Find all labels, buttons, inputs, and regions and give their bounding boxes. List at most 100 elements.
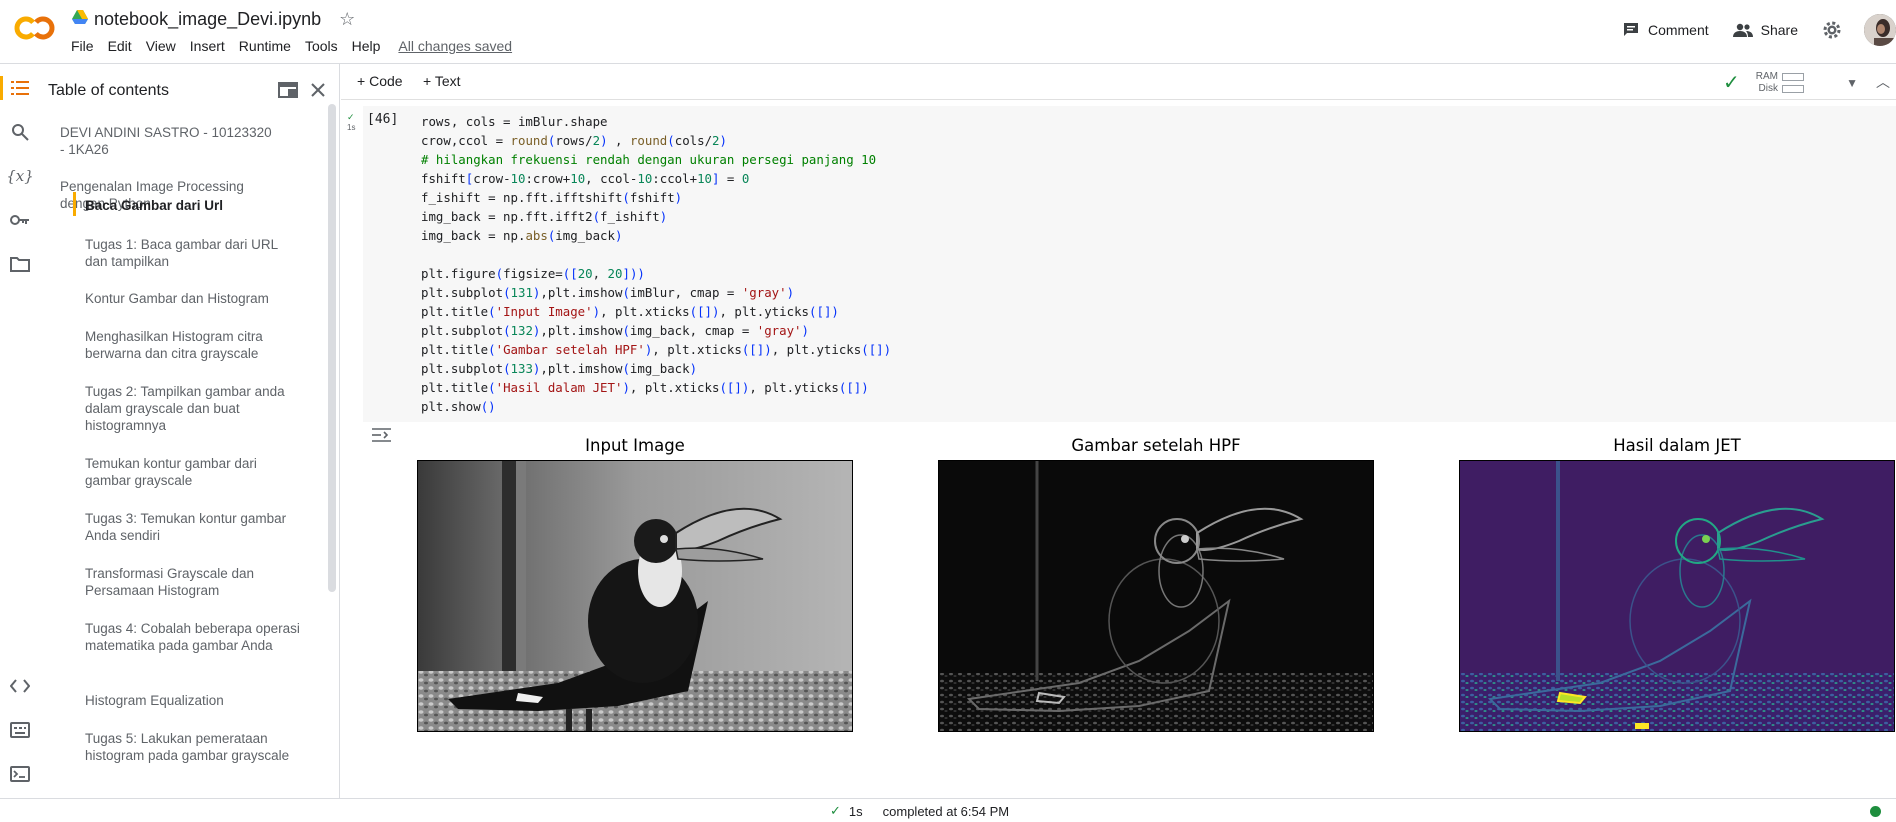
code-text[interactable]: rows, cols = imBlur.shape crow,ccol = rou… [421, 112, 891, 416]
left-rail: {x} [0, 64, 40, 798]
toc-panel: Table of contents DEVI ANDINI SASTRO - 1… [40, 64, 340, 798]
code-line[interactable]: # hilangkan frekuensi rendah dengan ukur… [421, 150, 891, 169]
settings-button[interactable] [1822, 20, 1850, 40]
code-line[interactable]: plt.subplot(131),plt.imshow(imBlur, cmap… [421, 283, 891, 302]
key-icon[interactable] [8, 208, 32, 232]
toc-item[interactable]: DEVI ANDINI SASTRO - 10123320 - 1KA26 [48, 124, 288, 158]
run-duration: 1s [848, 803, 863, 819]
output-options-icon[interactable] [371, 426, 393, 448]
disk-label: Disk [1758, 82, 1778, 94]
menu-file[interactable]: File [71, 38, 94, 54]
code-line[interactable]: plt.title('Input Image'), plt.xticks([])… [421, 302, 891, 321]
connected-check-icon: ✓ [1723, 72, 1740, 94]
cell-toolbar: + Code + Text ✓ RAM Disk ▼ ︿ [341, 64, 1896, 100]
colab-logo[interactable] [14, 14, 56, 42]
menu-insert[interactable]: Insert [190, 38, 225, 54]
toc-item[interactable]: Histogram Equalization [73, 692, 313, 709]
toc-item[interactable]: Tugas 4: Cobalah beberapa operasi matema… [73, 620, 313, 654]
code-line[interactable]: plt.figure(figsize=([20, 20])) [421, 264, 891, 283]
open-in-tab-icon[interactable] [276, 78, 300, 102]
status-bar: ✓ 1s completed at 6:54 PM [0, 798, 1896, 822]
share-label: Share [1760, 22, 1798, 38]
toc-item[interactable]: Transformasi Grayscale dan Persamaan His… [73, 565, 313, 599]
people-icon [1732, 23, 1753, 37]
share-button[interactable]: Share [1732, 22, 1798, 38]
code-line[interactable]: plt.show() [421, 397, 891, 416]
comment-icon [1623, 23, 1638, 36]
check-icon: ✓ [830, 803, 841, 818]
close-icon[interactable] [306, 78, 330, 102]
avatar[interactable] [1864, 14, 1896, 46]
code-line[interactable]: img_back = np.abs(img_back) [421, 226, 891, 245]
code-line[interactable]: plt.title('Gambar setelah HPF'), plt.xti… [421, 340, 891, 359]
code-line[interactable]: plt.subplot(132),plt.imshow(img_back, cm… [421, 321, 891, 340]
toc-item[interactable]: Menghasilkan Histogram citra berwarna da… [73, 328, 313, 362]
code-line[interactable]: plt.title('Hasil dalam JET'), plt.xticks… [421, 378, 891, 397]
chevron-up-icon[interactable]: ︿ [1876, 72, 1890, 92]
code-line[interactable]: f_ishift = np.fft.ifftshift(fshift) [421, 188, 891, 207]
toc-item[interactable]: Tugas 3: Temukan kontur gambar Anda send… [73, 510, 313, 544]
execution-count: [46] [367, 112, 399, 127]
completed-at: completed at 6:54 PM [882, 803, 1010, 819]
code-editor[interactable]: rows, cols = imBlur.shape crow,ccol = rou… [363, 106, 1896, 422]
menu-edit[interactable]: Edit [108, 38, 132, 54]
add-code-button[interactable]: + Code [357, 73, 403, 89]
menu-tools[interactable]: Tools [305, 38, 338, 54]
toc-icon[interactable] [8, 76, 32, 100]
toc-item[interactable]: Kontur Gambar dan Histogram [73, 290, 313, 307]
menu-view[interactable]: View [146, 38, 176, 54]
variables-icon[interactable]: {x} [6, 164, 34, 188]
gear-icon [1823, 21, 1841, 39]
toc-item[interactable]: Tugas 5: Lakukan pemerataan histogram pa… [73, 730, 313, 764]
star-icon[interactable]: ☆ [339, 9, 355, 30]
add-code-label: Code [369, 73, 403, 89]
toc-title: Table of contents [48, 82, 169, 99]
toucan-grayscale-image [417, 460, 853, 732]
toc-item-active[interactable]: Baca Gambar dari Url [73, 197, 313, 214]
ram-bar [1782, 72, 1804, 81]
add-text-label: Text [434, 73, 461, 89]
run-status-summary[interactable]: ✓ 1s completed at 6:54 PM [830, 803, 1009, 819]
add-text-button[interactable]: + Text [423, 73, 461, 89]
run-status[interactable]: ✓ 1s [347, 112, 361, 132]
code-line[interactable]: fshift[crow-10:crow+10, ccol-10:ccol+10]… [421, 169, 891, 188]
toucan-hpf-image [938, 460, 1374, 732]
toc-item[interactable]: Tugas 1: Baca gambar dari URL dan tampil… [73, 236, 313, 270]
top-bar: notebook_image_Devi.ipynb ☆ File Edit Vi… [0, 0, 1896, 64]
code-line[interactable]: plt.subplot(133),plt.imshow(img_back) [421, 359, 891, 378]
notebook-area: + Code + Text ✓ RAM Disk ▼ ︿ rows, cols … [341, 64, 1896, 798]
code-line[interactable]: img_back = np.fft.ifft2(f_ishift) [421, 207, 891, 226]
check-icon: ✓ [347, 112, 355, 122]
menu-runtime[interactable]: Runtime [239, 38, 291, 54]
toc-item[interactable]: Tugas 2: Tampilkan gambar anda dalam gra… [73, 383, 313, 434]
save-status[interactable]: All changes saved [398, 38, 512, 54]
comment-button[interactable]: Comment [1622, 21, 1709, 39]
comment-label: Comment [1647, 22, 1709, 38]
code-cell[interactable]: rows, cols = imBlur.shape crow,ccol = rou… [341, 102, 1896, 422]
code-line[interactable]: crow,ccol = round(rows/2) , round(cols/2… [421, 131, 891, 150]
code-line[interactable]: rows, cols = imBlur.shape [421, 112, 891, 131]
exec-time: 1s [347, 123, 356, 132]
plot-title: Input Image [585, 436, 685, 455]
connection-status-dot[interactable] [1870, 806, 1881, 817]
toc-item[interactable]: Temukan kontur gambar dari gambar graysc… [73, 455, 313, 489]
toucan-jet-image [1459, 460, 1895, 732]
ram-label: RAM [1755, 70, 1778, 82]
search-icon[interactable] [8, 120, 32, 144]
terminal-icon[interactable] [8, 762, 32, 786]
menu-bar: File Edit View Insert Runtime Tools Help… [71, 38, 526, 54]
folder-icon[interactable] [8, 252, 32, 276]
plot-title: Gambar setelah HPF [1071, 436, 1241, 455]
toc-scrollbar[interactable] [328, 104, 336, 592]
code-snippets-icon[interactable] [8, 674, 32, 698]
rail-active-indicator [0, 76, 3, 100]
drive-icon[interactable] [72, 10, 88, 29]
notebook-title[interactable]: notebook_image_Devi.ipynb [94, 9, 321, 30]
plot-title: Hasil dalam JET [1613, 436, 1741, 455]
command-palette-icon[interactable] [8, 718, 32, 742]
resource-monitor[interactable]: ✓ RAM Disk [1723, 70, 1804, 95]
code-line[interactable] [421, 245, 891, 264]
disk-bar [1782, 84, 1804, 93]
chevron-down-icon[interactable]: ▼ [1846, 76, 1858, 90]
menu-help[interactable]: Help [352, 38, 381, 54]
